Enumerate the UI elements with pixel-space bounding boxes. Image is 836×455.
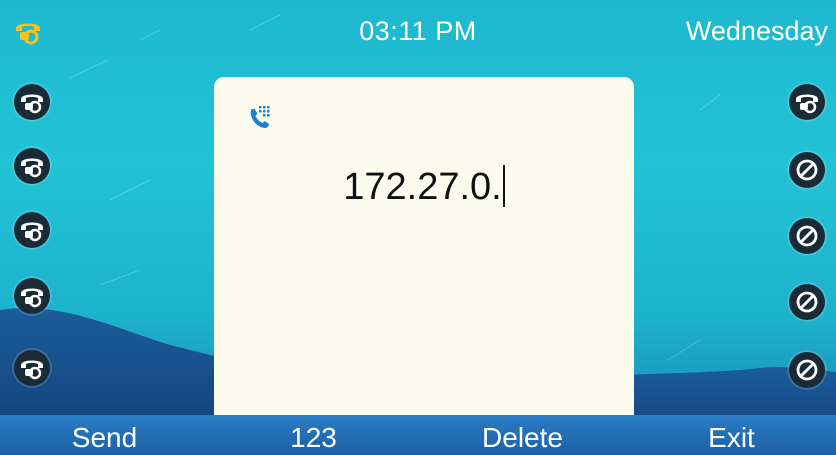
line-key-right-1[interactable]: [789, 84, 825, 120]
line-key-left-3[interactable]: [14, 212, 50, 248]
line-key-left-5[interactable]: [14, 350, 50, 386]
dial-dialog: 172.27.0.: [214, 77, 634, 415]
phone-handset-icon: [796, 94, 818, 114]
phone-handset-icon: [21, 158, 43, 178]
line-key-left-2[interactable]: [14, 148, 50, 184]
no-entry-icon: [796, 291, 818, 313]
phone-handset-icon: [21, 94, 43, 114]
no-entry-icon: [796, 359, 818, 381]
text-cursor: [502, 165, 505, 207]
no-entry-icon: [796, 225, 818, 247]
dial-number-value: 172.27.0.: [343, 166, 502, 208]
phone-handset-icon: [21, 222, 43, 242]
weekday-label: Wednesday: [685, 16, 828, 46]
delete-softkey[interactable]: Delete: [418, 415, 627, 455]
phone-handset-icon: [21, 360, 43, 380]
line-key-right-2[interactable]: [789, 152, 825, 188]
dial-number-input[interactable]: 172.27.0.: [214, 165, 634, 209]
status-bar: 03:11 PM Wednesday: [0, 0, 836, 62]
phone-handset-icon: [21, 288, 43, 308]
line-key-right-3[interactable]: [789, 218, 825, 254]
softkey-bar: Send 123 Delete Exit: [0, 415, 836, 455]
send-softkey[interactable]: Send: [0, 415, 209, 455]
no-entry-icon: [796, 159, 818, 181]
input-mode-softkey[interactable]: 123: [209, 415, 418, 455]
exit-softkey[interactable]: Exit: [627, 415, 836, 455]
line-key-left-4[interactable]: [14, 278, 50, 314]
line-key-right-5[interactable]: [789, 352, 825, 388]
line-key-left-1[interactable]: [14, 84, 50, 120]
dial-keypad-icon: [246, 103, 276, 133]
line-key-right-4[interactable]: [789, 284, 825, 320]
